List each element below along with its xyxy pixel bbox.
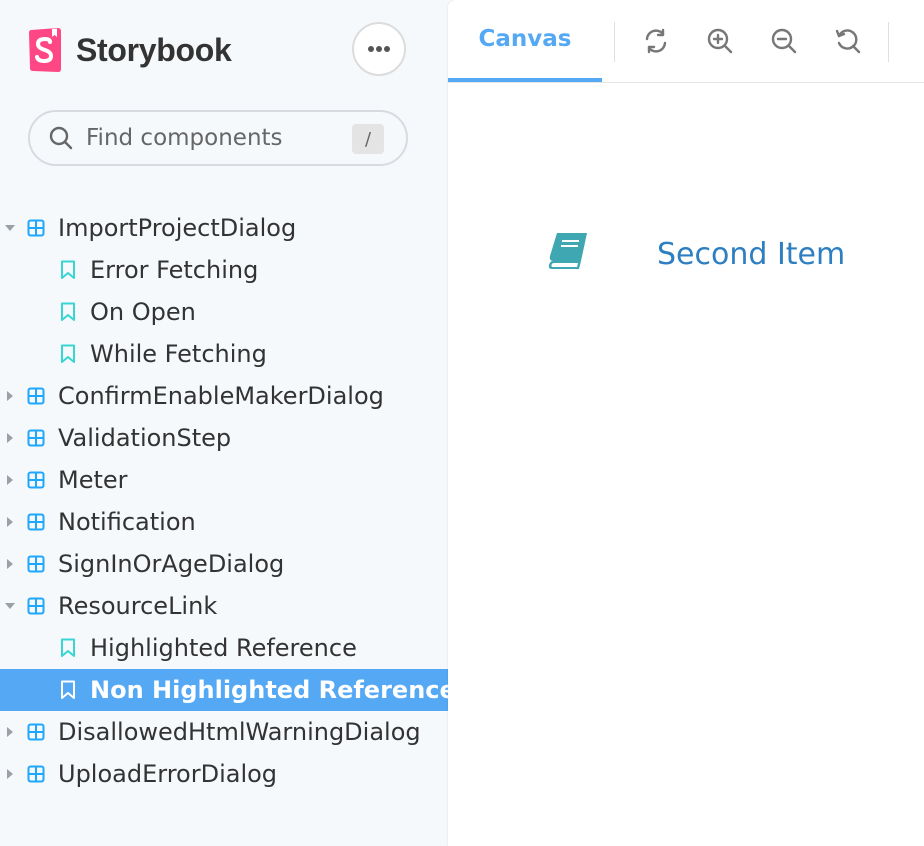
tree-item-component[interactable]: Meter (0, 459, 448, 501)
toolbar: Canvas (448, 0, 924, 83)
tree-item-component[interactable]: SignInOrAgeDialog (0, 543, 448, 585)
brand-name: Storybook (76, 31, 232, 68)
reload-icon (645, 28, 667, 54)
canvas-preview: Second Item (448, 83, 924, 846)
tree-item-component[interactable]: UploadErrorDialog (0, 753, 448, 795)
tree-item-story[interactable]: Highlighted Reference (0, 627, 448, 669)
main-panel: Canvas Second Item (448, 0, 924, 846)
caret-right-icon (7, 517, 13, 527)
zoom-in-button[interactable] (703, 24, 737, 58)
ellipsis-icon (368, 46, 390, 52)
tree-item-component[interactable]: ConfirmEnableMakerDialog (0, 375, 448, 417)
toolbar-divider (888, 22, 889, 62)
storybook-brand[interactable]: Storybook (28, 27, 232, 73)
bookmark-icon (61, 344, 75, 363)
bookmark-icon (61, 680, 75, 699)
bookmark-icon (61, 638, 75, 657)
tree-item-component[interactable]: ImportProjectDialog (0, 207, 448, 249)
caret-down-icon (5, 225, 15, 231)
zoom-out-button[interactable] (767, 24, 801, 58)
component-icon (27, 555, 45, 573)
component-tree: ImportProjectDialog Error Fetching On Open… (0, 207, 456, 795)
zoom-out-icon (771, 28, 797, 54)
tab-canvas[interactable]: Canvas (448, 0, 602, 82)
sidebar: Storybook / ImportProjectDialog Error Fet… (0, 0, 456, 846)
search-icon (49, 126, 73, 150)
caret-right-icon (7, 433, 13, 443)
reload-button[interactable] (639, 24, 673, 58)
tree-item-label: While Fetching (90, 340, 267, 368)
menu-button[interactable] (352, 22, 406, 76)
tree-item-label: DisallowedHtmlWarningDialog (58, 718, 421, 746)
tree-item-story[interactable]: Non Highlighted Reference (0, 669, 456, 711)
zoom-reset-icon (835, 29, 861, 54)
tree-item-label: SignInOrAgeDialog (58, 550, 285, 578)
component-icon (27, 723, 45, 741)
tree-item-label: On Open (90, 298, 196, 326)
tree-item-label: ConfirmEnableMakerDialog (58, 382, 384, 410)
tree-item-label: Non Highlighted Reference (90, 676, 456, 704)
tree-item-story[interactable]: While Fetching (0, 333, 448, 375)
bookmark-icon (61, 302, 75, 321)
tree-item-label: UploadErrorDialog (58, 760, 278, 788)
tree-item-label: ValidationStep (58, 424, 232, 452)
book-icon (548, 233, 587, 269)
search-shortcut-key: / (352, 124, 384, 154)
tree-item-component[interactable]: ValidationStep (0, 417, 448, 459)
tree-item-story[interactable]: On Open (0, 291, 448, 333)
caret-right-icon (7, 769, 13, 779)
component-icon (27, 219, 45, 237)
preview-text: Second Item (657, 237, 846, 272)
component-icon (27, 597, 45, 615)
tree-item-component[interactable]: DisallowedHtmlWarningDialog (0, 711, 448, 753)
tree-item-label: Notification (58, 508, 196, 536)
caret-right-icon (7, 559, 13, 569)
tree-item-label: ResourceLink (58, 592, 218, 620)
tree-item-component[interactable]: Notification (0, 501, 448, 543)
caret-right-icon (7, 391, 13, 401)
bookmark-icon (61, 260, 75, 279)
tree-item-component[interactable]: ResourceLink (0, 585, 448, 627)
tree-item-label: ImportProjectDialog (58, 214, 297, 242)
toolbar-divider (614, 22, 615, 62)
search-box[interactable]: / (28, 110, 408, 166)
component-icon (27, 387, 45, 405)
tree-item-label: Error Fetching (90, 256, 259, 284)
zoom-in-icon (707, 28, 733, 54)
search-input[interactable] (86, 125, 336, 151)
tree-item-story[interactable]: Error Fetching (0, 249, 448, 291)
component-icon (27, 471, 45, 489)
component-icon (27, 513, 45, 531)
component-icon (27, 429, 45, 447)
zoom-reset-button[interactable] (831, 24, 865, 58)
caret-right-icon (7, 475, 13, 485)
component-icon (27, 765, 45, 783)
caret-down-icon (5, 603, 15, 609)
caret-right-icon (7, 727, 13, 737)
tree-item-label: Meter (58, 466, 128, 494)
tree-item-label: Highlighted Reference (90, 634, 357, 662)
storybook-logo-icon (29, 28, 61, 72)
